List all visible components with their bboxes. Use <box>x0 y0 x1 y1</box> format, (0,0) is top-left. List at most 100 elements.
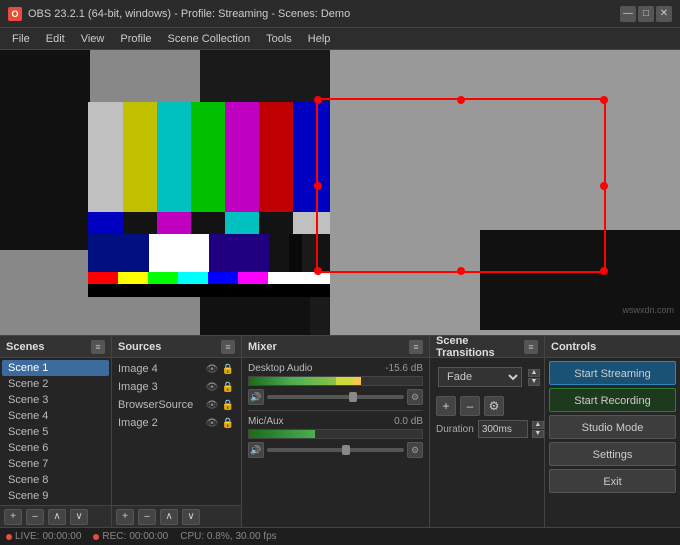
source-up-button[interactable]: ∧ <box>160 509 178 525</box>
menu-edit[interactable]: Edit <box>38 31 73 47</box>
transition-type-select[interactable]: Fade Cut Slide <box>438 367 522 387</box>
scene-item-8[interactable]: Scene 8 <box>2 472 109 488</box>
transition-select-row: Fade Cut Slide ▲ ▼ <box>434 363 540 391</box>
duration-spinner: ▲ ▼ <box>532 421 544 438</box>
eye-icon-4[interactable]: 👁 <box>205 416 219 430</box>
controls-header: Controls <box>545 336 680 358</box>
mixer-divider <box>248 410 423 411</box>
minimize-button[interactable]: — <box>620 6 636 22</box>
close-button[interactable]: ✕ <box>656 6 672 22</box>
scene-item-7[interactable]: Scene 7 <box>2 456 109 472</box>
mixer-desktop-volume-slider[interactable] <box>267 395 404 399</box>
source-item-image3[interactable]: Image 3 👁 🔒 <box>114 378 239 396</box>
exit-button[interactable]: Exit <box>549 469 676 493</box>
scenes-config-icon[interactable]: ≡ <box>91 340 105 354</box>
source-label: BrowserSource <box>118 399 193 411</box>
status-bar: LIVE: 00:00:00 REC: 00:00:00 CPU: 0.8%, … <box>0 527 680 545</box>
mixer-desktop-name: Desktop Audio <box>248 363 313 374</box>
scene-add-button[interactable]: + <box>4 509 22 525</box>
rec-indicator <box>93 534 99 540</box>
scene-remove-button[interactable]: – <box>26 509 44 525</box>
scenes-footer: + – ∧ ∨ <box>0 505 111 527</box>
mixer-desktop-db: -15.6 dB <box>385 363 423 374</box>
sources-footer: + – ∧ ∨ <box>112 505 241 527</box>
mixer-mic-volume-slider[interactable] <box>267 448 404 452</box>
studio-mode-button[interactable]: Studio Mode <box>549 415 676 439</box>
lock-icon[interactable]: 🔒 <box>221 362 235 376</box>
menu-tools[interactable]: Tools <box>258 31 300 47</box>
live-label: LIVE: <box>15 531 39 542</box>
source-down-button[interactable]: ∨ <box>182 509 200 525</box>
duration-input[interactable] <box>478 420 528 438</box>
transition-add-button[interactable]: + <box>436 396 456 416</box>
transitions-config-icon[interactable]: ≡ <box>524 340 538 354</box>
scene-item-5[interactable]: Scene 5 <box>2 424 109 440</box>
start-streaming-button[interactable]: Start Streaming <box>549 361 676 385</box>
settings-button[interactable]: Settings <box>549 442 676 466</box>
eye-icon-2[interactable]: 👁 <box>205 380 219 394</box>
menu-profile[interactable]: Profile <box>112 31 159 47</box>
eye-icon-3[interactable]: 👁 <box>205 398 219 412</box>
source-remove-button[interactable]: – <box>138 509 156 525</box>
handle-bottom-mid[interactable] <box>457 267 465 275</box>
scene-item-4[interactable]: Scene 4 <box>2 408 109 424</box>
cpu-status: CPU: 0.8%, 30.00 fps <box>180 531 276 542</box>
mixer-mic-aux: Mic/Aux 0.0 dB 🔊 ⚙ <box>244 413 427 461</box>
mixer-mic-gear[interactable]: ⚙ <box>407 442 423 458</box>
transition-spin-up[interactable]: ▲ <box>528 369 540 377</box>
lock-icon-3[interactable]: 🔒 <box>221 398 235 412</box>
mixer-mic-db: 0.0 dB <box>394 416 423 427</box>
source-icons: 👁 🔒 <box>205 362 235 376</box>
scenes-header: Scenes ≡ <box>0 336 111 358</box>
scene-item-6[interactable]: Scene 6 <box>2 440 109 456</box>
source-item-browsersource[interactable]: BrowserSource 👁 🔒 <box>114 396 239 414</box>
duration-spin-down[interactable]: ▼ <box>532 430 544 438</box>
menu-scene-collection[interactable]: Scene Collection <box>160 31 259 47</box>
source-item-image4[interactable]: Image 4 👁 🔒 <box>114 360 239 378</box>
transition-remove-button[interactable]: – <box>460 396 480 416</box>
eye-icon[interactable]: 👁 <box>205 362 219 376</box>
transitions-header: Scene Transitions ≡ <box>430 336 544 358</box>
handle-top-right[interactable] <box>600 96 608 104</box>
scene-up-button[interactable]: ∧ <box>48 509 66 525</box>
source-label: Image 2 <box>118 417 158 429</box>
mixer-panel: Mixer ≡ Desktop Audio -15.6 dB <box>242 336 430 527</box>
handle-top-left[interactable] <box>314 96 322 104</box>
sources-list: Image 4 👁 🔒 Image 3 👁 🔒 BrowserSource 👁 … <box>112 358 241 505</box>
mixer-mic-mute[interactable]: 🔊 <box>248 442 264 458</box>
lock-icon-4[interactable]: 🔒 <box>221 416 235 430</box>
menu-help[interactable]: Help <box>300 31 339 47</box>
scene-item-3[interactable]: Scene 3 <box>2 392 109 408</box>
handle-bottom-left[interactable] <box>314 267 322 275</box>
watermark: wswxdn.com <box>622 305 674 315</box>
transition-gear-button[interactable]: ⚙ <box>484 396 504 416</box>
menu-file[interactable]: File <box>4 31 38 47</box>
app-icon: O <box>8 7 22 21</box>
scene-down-button[interactable]: ∨ <box>70 509 88 525</box>
source-item-image2[interactable]: Image 2 👁 🔒 <box>114 414 239 432</box>
lock-icon-2[interactable]: 🔒 <box>221 380 235 394</box>
scene-item-2[interactable]: Scene 2 <box>2 376 109 392</box>
sources-config-icon[interactable]: ≡ <box>221 340 235 354</box>
mixer-config-icon[interactable]: ≡ <box>409 340 423 354</box>
mixer-desktop-slider-thumb <box>349 392 357 402</box>
source-add-button[interactable]: + <box>116 509 134 525</box>
mixer-desktop-bar <box>248 376 423 386</box>
title-text: OBS 23.2.1 (64-bit, windows) - Profile: … <box>28 8 350 20</box>
duration-spin-up[interactable]: ▲ <box>532 421 544 429</box>
preview-area: wswxdn.com <box>0 50 680 335</box>
handle-mid-right[interactable] <box>600 182 608 190</box>
scenes-panel: Scenes ≡ Scene 1 Scene 2 Scene 3 Scene 4… <box>0 336 112 527</box>
menu-view[interactable]: View <box>73 31 113 47</box>
scene-item-1[interactable]: Scene 1 <box>2 360 109 376</box>
handle-mid-left[interactable] <box>314 182 322 190</box>
rec-status: REC: 00:00:00 <box>93 531 168 542</box>
handle-top-mid[interactable] <box>457 96 465 104</box>
handle-bottom-right[interactable] <box>600 267 608 275</box>
maximize-button[interactable]: □ <box>638 6 654 22</box>
transition-spin-down[interactable]: ▼ <box>528 378 540 386</box>
start-recording-button[interactable]: Start Recording <box>549 388 676 412</box>
scene-item-9[interactable]: Scene 9 <box>2 488 109 504</box>
mixer-desktop-mute[interactable]: 🔊 <box>248 389 264 405</box>
mixer-desktop-gear[interactable]: ⚙ <box>407 389 423 405</box>
